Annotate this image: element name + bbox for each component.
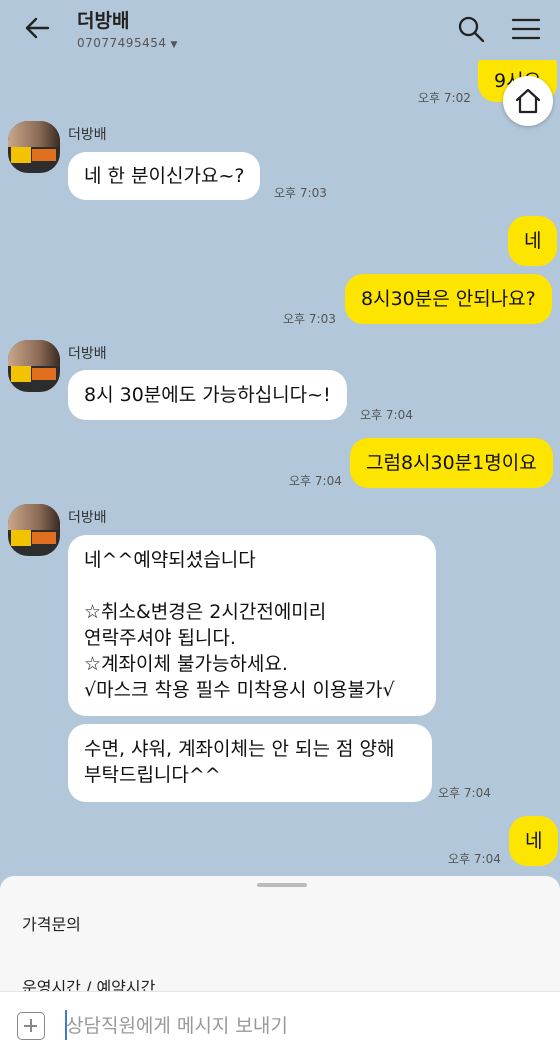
message-line: 연락주셔야 됩니다.	[84, 627, 236, 649]
message-line: √마스크 착용 필수 미착용시 이용불가√	[84, 679, 395, 701]
message-line	[84, 573, 420, 599]
chat-header: 더방배 07077495454 ▼	[0, 0, 560, 60]
message-line: 네^^예약되셨습니다	[84, 549, 256, 571]
quick-menu-business-hours[interactable]: 운영시간 / 예약시간	[22, 974, 155, 991]
message-bubble-sent: 그럼8시30분1명이요	[350, 438, 553, 488]
message-time: 오후 7:03	[283, 312, 336, 326]
message-time: 오후 7:04	[448, 852, 501, 866]
message-time: 오후 7:03	[274, 186, 327, 200]
message-bubble-sent: 8시30분은 안되나요?	[345, 274, 552, 324]
search-icon[interactable]	[456, 14, 486, 44]
message-bubble-received: 8시 30분에도 가능하십니다~!	[68, 370, 347, 420]
menu-icon[interactable]	[510, 14, 542, 44]
sender-name: 더방배	[68, 510, 107, 526]
phone-number: 07077495454	[77, 36, 167, 50]
message-list[interactable]: 9시요 오후 7:02 더방배 네 한 분이신가요~? 오후 7:03 네 8시…	[0, 60, 560, 880]
message-bubble-received: 수면, 샤워, 계좌이체는 안 되는 점 양해 부탁드립니다^^	[68, 724, 432, 802]
home-button[interactable]	[503, 76, 553, 126]
message-line: 부탁드립니다^^	[84, 764, 221, 786]
message-bubble-sent: 네	[508, 216, 558, 266]
avatar[interactable]	[8, 504, 60, 556]
chevron-down-icon: ▼	[170, 40, 178, 50]
message-input-bar	[0, 991, 560, 1059]
chat-title: 더방배	[77, 10, 130, 32]
message-time: 오후 7:02	[418, 91, 471, 105]
message-time: 오후 7:04	[289, 474, 342, 488]
quick-menu-price-inquiry[interactable]: 가격문의	[22, 911, 81, 935]
sender-name: 더방배	[68, 346, 107, 362]
quick-menu-sheet: 가격문의 운영시간 / 예약시간	[0, 876, 560, 991]
message-bubble-received: 네^^예약되셨습니다 ☆취소&변경은 2시간전에미리 연락주셔야 됩니다. ☆계…	[68, 535, 436, 716]
sheet-drag-handle[interactable]	[257, 883, 307, 887]
message-time: 오후 7:04	[438, 786, 491, 800]
message-line: ☆계좌이체 불가능하세요.	[84, 653, 288, 675]
message-bubble-received: 네 한 분이신가요~?	[68, 152, 261, 200]
message-line: 수면, 샤워, 계좌이체는 안 되는 점 양해	[84, 738, 395, 760]
phone-number-selector[interactable]: 07077495454 ▼	[77, 36, 178, 50]
message-bubble-sent: 네	[509, 816, 559, 866]
home-icon	[515, 88, 541, 114]
avatar[interactable]	[8, 121, 60, 173]
back-arrow-icon[interactable]	[22, 12, 54, 44]
message-line: ☆취소&변경은 2시간전에미리	[84, 601, 327, 623]
plus-icon[interactable]	[17, 1012, 45, 1040]
sender-name: 더방배	[68, 127, 107, 143]
message-time: 오후 7:04	[360, 408, 413, 422]
message-input[interactable]	[66, 1006, 536, 1046]
avatar[interactable]	[8, 340, 60, 392]
